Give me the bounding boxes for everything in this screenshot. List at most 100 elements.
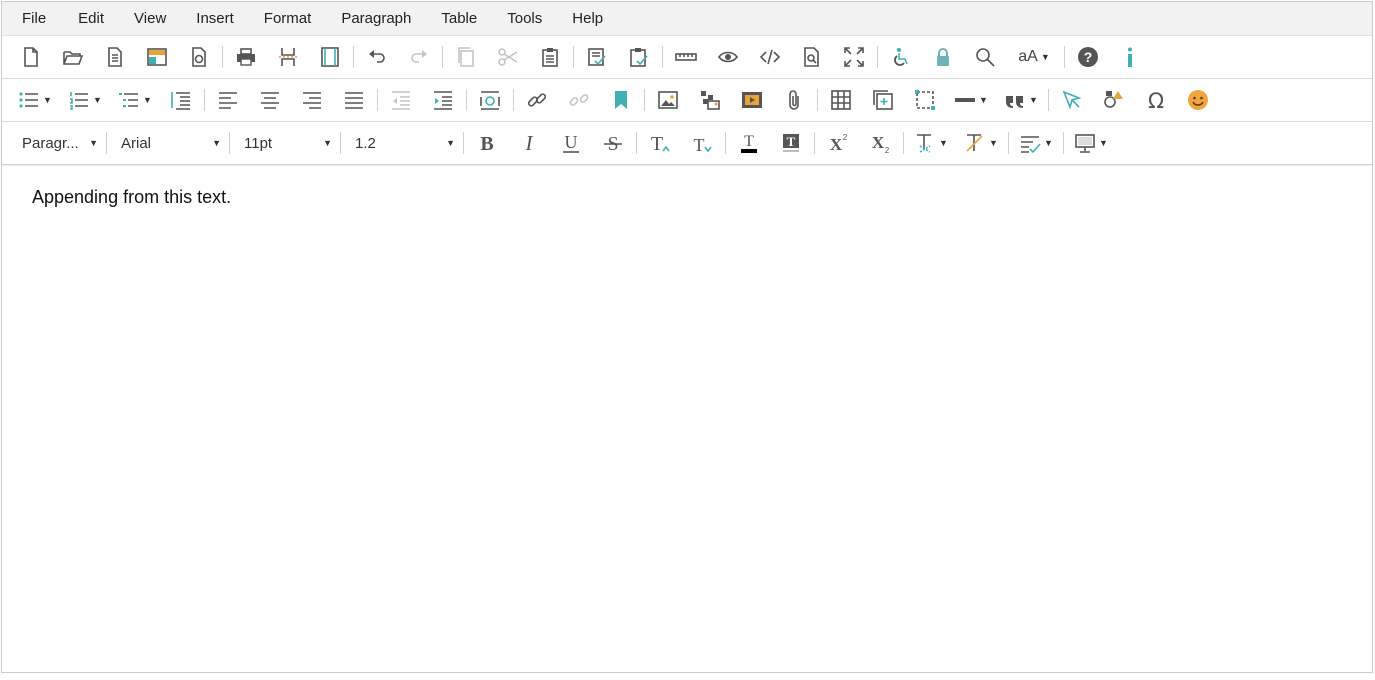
justify-button[interactable] (337, 83, 371, 117)
numbered-list-button[interactable]: ▼ (64, 83, 106, 117)
track-changes-button[interactable]: ▼ (1015, 126, 1057, 160)
print-button[interactable] (229, 40, 263, 74)
select-region-button[interactable] (908, 83, 942, 117)
accessibility-button[interactable] (884, 40, 918, 74)
cut-button[interactable] (491, 40, 525, 74)
separator (1063, 132, 1064, 154)
ruler-button[interactable] (669, 40, 703, 74)
horizontal-line-button[interactable]: ▼ (950, 83, 992, 117)
restore-document-icon (192, 47, 206, 67)
separator (644, 89, 645, 111)
new-document-button[interactable] (14, 40, 48, 74)
chevron-down-icon: ▼ (143, 95, 152, 105)
layout-icon (147, 48, 167, 66)
content-paragraph[interactable]: Appending from this text. (32, 187, 1342, 208)
page-margins-button[interactable] (313, 40, 347, 74)
menu-insert[interactable]: Insert (184, 2, 246, 36)
preview-button[interactable] (711, 40, 745, 74)
clear-format-button[interactable]: ▼ (960, 126, 1002, 160)
underline-button[interactable]: U (554, 126, 588, 160)
restore-draft-button[interactable] (182, 40, 216, 74)
increase-font-button[interactable]: T (643, 126, 677, 160)
paragraph-settings-button[interactable] (473, 83, 507, 117)
paste-button[interactable] (533, 40, 567, 74)
omega-icon: Ω (1148, 89, 1164, 111)
blockquote-button[interactable]: ▼ (1000, 83, 1042, 117)
special-character-button[interactable]: Ω (1139, 83, 1173, 117)
bookmark-button[interactable] (604, 83, 638, 117)
menu-tools[interactable]: Tools (495, 2, 554, 36)
insert-template-button[interactable] (866, 83, 900, 117)
lock-button[interactable] (926, 40, 960, 74)
bold-button[interactable]: B (470, 126, 504, 160)
monitor-icon (1075, 134, 1095, 153)
editor-content[interactable]: Appending from this text. (2, 165, 1372, 230)
menu-view[interactable]: View (122, 2, 178, 36)
background-color-button[interactable]: T (774, 126, 808, 160)
unlink-button[interactable] (562, 83, 596, 117)
help-button[interactable]: ? (1071, 40, 1105, 74)
line-height-dropdown[interactable]: 1.2 ▼ (343, 128, 461, 158)
select-all-button[interactable] (1055, 83, 1089, 117)
shapes-button[interactable] (1097, 83, 1131, 117)
device-preview-button[interactable]: ▼ (1070, 126, 1112, 160)
separator (903, 132, 904, 154)
emoticons-button[interactable] (1181, 83, 1215, 117)
insert-image-button[interactable] (651, 83, 685, 117)
subscript-button[interactable]: X2 (863, 126, 897, 160)
image-gallery-button[interactable] (693, 83, 727, 117)
insert-link-button[interactable] (520, 83, 554, 117)
open-button[interactable] (56, 40, 90, 74)
decrease-font-button[interactable]: T (685, 126, 719, 160)
outdent-button[interactable] (384, 83, 418, 117)
align-left-button[interactable] (211, 83, 245, 117)
svg-text:I: I (525, 132, 534, 154)
font-size-adjust-button[interactable]: aA ▼ (1010, 40, 1058, 74)
indent-button[interactable] (426, 83, 460, 117)
menu-format[interactable]: Format (252, 2, 324, 36)
menu-edit[interactable]: Edit (66, 2, 116, 36)
multilevel-list-button[interactable]: ▼ (114, 83, 156, 117)
font-size-dropdown[interactable]: 11pt ▼ (232, 128, 338, 158)
font-family-dropdown[interactable]: Arial ▼ (109, 128, 227, 158)
menu-table[interactable]: Table (429, 2, 489, 36)
page-break-button[interactable] (271, 40, 305, 74)
menu-paragraph[interactable]: Paragraph (329, 2, 423, 36)
paste-as-text-button[interactable] (622, 40, 656, 74)
copy-button[interactable] (449, 40, 483, 74)
layout-button[interactable] (140, 40, 174, 74)
format-painter-button[interactable]: ▼ (910, 126, 952, 160)
redo-button[interactable] (402, 40, 436, 74)
insert-table-button[interactable] (824, 83, 858, 117)
insert-file-button[interactable] (777, 83, 811, 117)
text-color-button[interactable]: T (732, 126, 766, 160)
menu-help[interactable]: Help (560, 2, 615, 36)
spellcheck-button[interactable] (580, 40, 614, 74)
italic-button[interactable]: I (512, 126, 546, 160)
clipboard-icon (542, 48, 558, 67)
separator (353, 46, 354, 68)
ruler-icon (675, 53, 697, 61)
info-button[interactable] (1113, 40, 1147, 74)
svg-text:T: T (744, 133, 754, 150)
document-search-icon (804, 47, 819, 67)
fullscreen-button[interactable] (837, 40, 871, 74)
list-style-button[interactable] (164, 83, 198, 117)
block-format-dropdown[interactable]: Paragr... ▼ (10, 128, 104, 158)
superscript-button[interactable]: X2 (821, 126, 855, 160)
bullet-list-button[interactable]: ▼ (14, 83, 56, 117)
template-button[interactable] (98, 40, 132, 74)
source-code-button[interactable] (753, 40, 787, 74)
insert-video-button[interactable] (735, 83, 769, 117)
toolbar-row-1: aA ▼ ? (2, 36, 1372, 79)
align-right-button[interactable] (295, 83, 329, 117)
search-button[interactable] (968, 40, 1002, 74)
align-center-button[interactable] (253, 83, 287, 117)
table-icon (831, 90, 851, 110)
toolbar-row-3: Paragr... ▼ Arial ▼ 11pt ▼ 1.2 ▼ B I U S (2, 122, 1372, 165)
unlink-icon (569, 94, 589, 106)
menu-file[interactable]: File (10, 2, 58, 36)
undo-button[interactable] (360, 40, 394, 74)
find-document-button[interactable] (795, 40, 829, 74)
strikethrough-button[interactable]: S (596, 126, 630, 160)
